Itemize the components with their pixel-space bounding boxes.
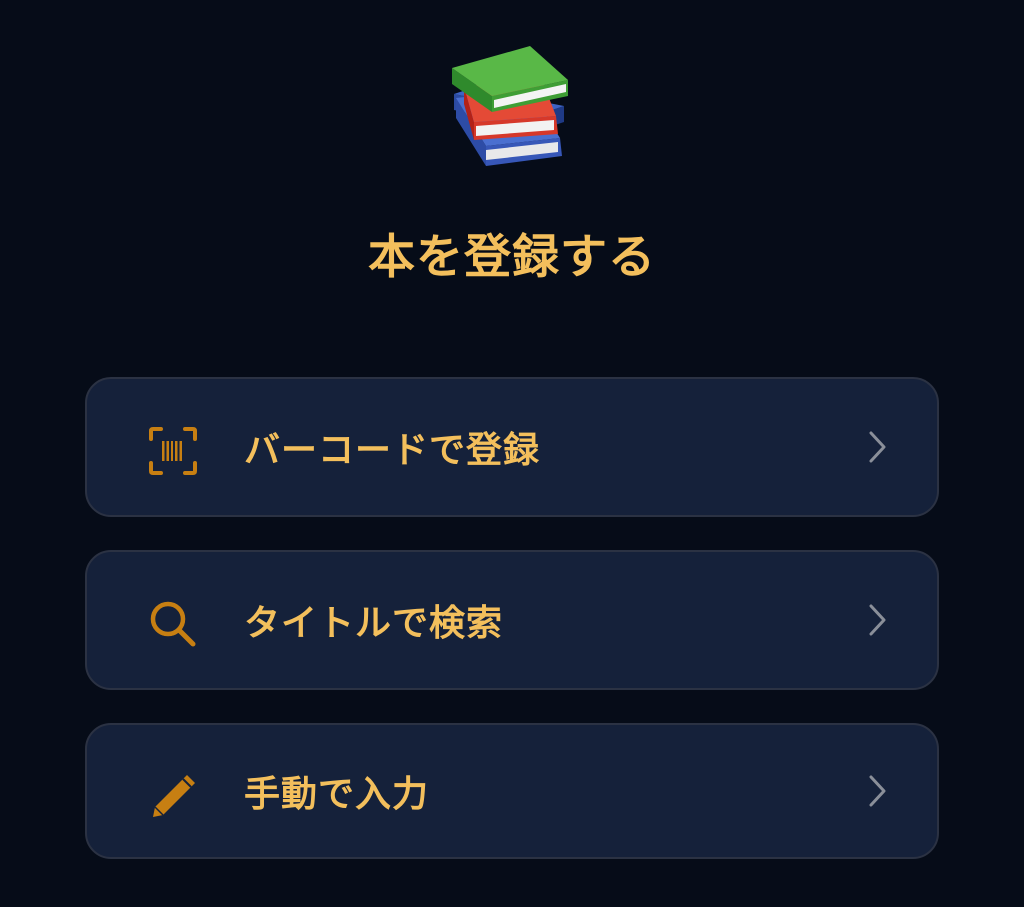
manual-input-label: 手動で入力 xyxy=(244,774,430,815)
barcode-register-button[interactable]: バーコードで登録 xyxy=(85,377,939,517)
barcode-register-label: バーコードで登録 xyxy=(244,430,541,471)
registration-options: バーコードで登録 タイトルで検索 手動で入力 xyxy=(85,377,939,859)
manual-input-button[interactable]: 手動で入力 xyxy=(85,723,939,859)
chevron-right-icon xyxy=(869,775,886,807)
page-title: 本を登録する xyxy=(368,230,656,285)
pencil-icon xyxy=(153,775,195,817)
barcode-scan-icon xyxy=(149,427,197,475)
title-search-button[interactable]: タイトルで検索 xyxy=(85,550,939,690)
register-book-screen: 本を登録する バーコードで登録 タイトルで検索 手動で入力 xyxy=(0,0,1024,907)
chevron-right-icon xyxy=(869,431,886,463)
search-icon xyxy=(150,601,196,647)
books-emoji-icon xyxy=(452,46,568,166)
title-search-label: タイトルで検索 xyxy=(244,603,504,644)
chevron-right-icon xyxy=(869,604,886,636)
